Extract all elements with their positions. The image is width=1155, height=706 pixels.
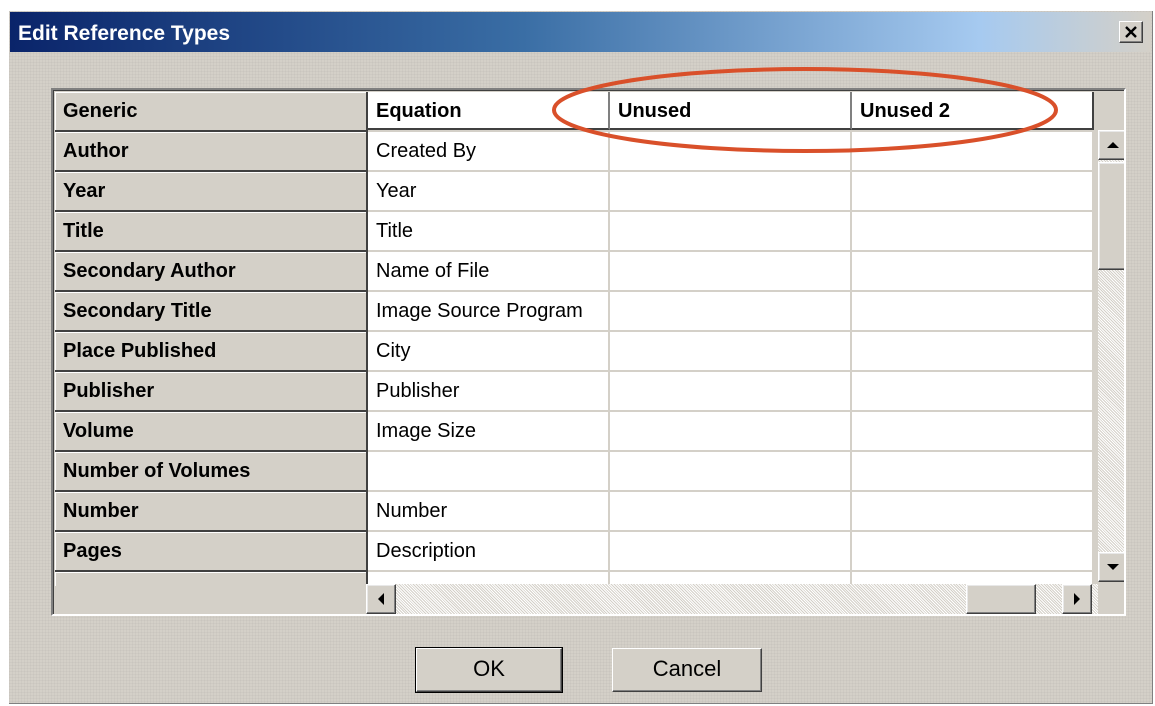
scroll-right-button[interactable] xyxy=(1062,584,1092,614)
grid-cell[interactable] xyxy=(852,412,1094,452)
close-button[interactable] xyxy=(1119,21,1143,43)
vertical-scrollbar[interactable] xyxy=(1098,130,1124,582)
grid-cell[interactable]: City xyxy=(368,332,610,372)
row-label: Secondary Title xyxy=(55,292,368,332)
scroll-left-button[interactable] xyxy=(366,584,396,614)
grid-cell[interactable] xyxy=(610,332,852,372)
grid-cell[interactable] xyxy=(852,492,1094,532)
grid-cell[interactable]: Image Size xyxy=(368,412,610,452)
grid-cell[interactable] xyxy=(610,132,852,172)
arrow-right-icon xyxy=(1074,593,1080,605)
arrow-down-icon xyxy=(1107,564,1119,570)
grid-cell[interactable] xyxy=(852,132,1094,172)
grid-cell[interactable]: Title xyxy=(368,212,610,252)
header-unused[interactable]: Unused xyxy=(610,92,852,130)
arrow-up-icon xyxy=(1107,142,1119,148)
grid-cell[interactable]: Name of File xyxy=(368,252,610,292)
grid-cell[interactable] xyxy=(610,532,852,572)
row-label: Number xyxy=(55,492,368,532)
grid-cell[interactable] xyxy=(852,252,1094,292)
row-label: Title xyxy=(55,212,368,252)
grid-cell[interactable] xyxy=(852,172,1094,212)
dialog-title: Edit Reference Types xyxy=(18,22,231,45)
row-label: Number of Volumes xyxy=(55,452,368,492)
grid-cell[interactable]: Image Source Program xyxy=(368,292,610,332)
grid-cell[interactable]: Number xyxy=(368,492,610,532)
row-label: Author xyxy=(55,132,368,172)
grid-cell[interactable]: Description xyxy=(368,532,610,572)
scroll-down-button[interactable] xyxy=(1098,552,1124,582)
grid-cell[interactable] xyxy=(610,172,852,212)
partial-row-label xyxy=(55,572,368,586)
grid-cell[interactable]: Publisher xyxy=(368,372,610,412)
grid-cell[interactable] xyxy=(610,412,852,452)
row-label: Pages xyxy=(55,532,368,572)
grid-cell[interactable] xyxy=(368,452,610,492)
partial-row-cell[interactable] xyxy=(368,572,610,584)
horizontal-scrollbar[interactable] xyxy=(366,584,1098,614)
partial-row-cell[interactable] xyxy=(852,572,1094,584)
close-icon xyxy=(1125,26,1137,38)
grid-cell[interactable] xyxy=(852,532,1094,572)
grid-cell[interactable] xyxy=(852,212,1094,252)
header-equation[interactable]: Equation xyxy=(368,92,610,130)
grid-cell[interactable] xyxy=(852,332,1094,372)
partial-row-cell[interactable] xyxy=(610,572,852,584)
grid-cell[interactable] xyxy=(852,372,1094,412)
header-unused-2[interactable]: Unused 2 xyxy=(852,92,1094,130)
grid-cell[interactable] xyxy=(610,292,852,332)
row-label: Volume xyxy=(55,412,368,452)
row-label: Secondary Author xyxy=(55,252,368,292)
grid-cell[interactable] xyxy=(852,452,1094,492)
row-label: Publisher xyxy=(55,372,368,412)
row-label: Year xyxy=(55,172,368,212)
cancel-button[interactable]: Cancel xyxy=(612,648,762,692)
grid-cell[interactable] xyxy=(610,452,852,492)
arrow-left-icon xyxy=(378,593,384,605)
grid-cell[interactable] xyxy=(610,372,852,412)
edit-reference-types-dialog: Edit Reference Types Generic Equation Un… xyxy=(8,10,1153,704)
horizontal-scroll-thumb[interactable] xyxy=(966,584,1036,614)
grid-cell[interactable]: Year xyxy=(368,172,610,212)
ok-button[interactable]: OK xyxy=(415,647,563,693)
title-bar[interactable]: Edit Reference Types xyxy=(10,12,1151,52)
header-generic: Generic xyxy=(55,92,368,132)
reference-types-grid: Generic Equation Unused Unused 2 Author C… xyxy=(51,88,1126,616)
grid-cell[interactable]: Created By xyxy=(368,132,610,172)
row-label: Place Published xyxy=(55,332,368,372)
scroll-up-button[interactable] xyxy=(1098,130,1124,160)
vertical-scroll-thumb[interactable] xyxy=(1098,162,1124,270)
grid-cell[interactable] xyxy=(610,252,852,292)
grid-cell[interactable] xyxy=(610,212,852,252)
grid-cell[interactable] xyxy=(852,292,1094,332)
grid-cell[interactable] xyxy=(610,492,852,532)
